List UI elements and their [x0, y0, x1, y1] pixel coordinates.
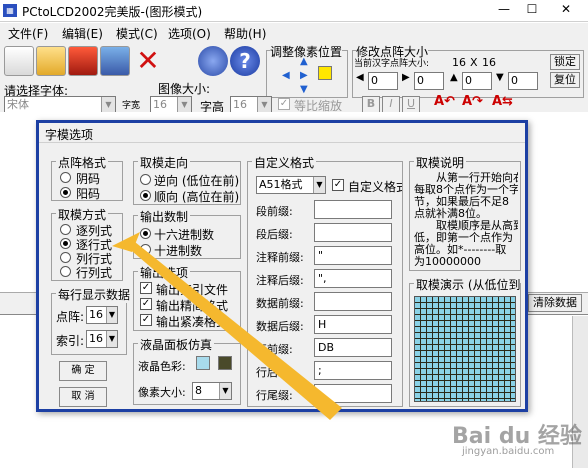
watermark-url: jingyan.baidu.com: [462, 446, 555, 457]
arrow-shaft: [126, 238, 342, 420]
annotation-arrow: [112, 232, 342, 420]
